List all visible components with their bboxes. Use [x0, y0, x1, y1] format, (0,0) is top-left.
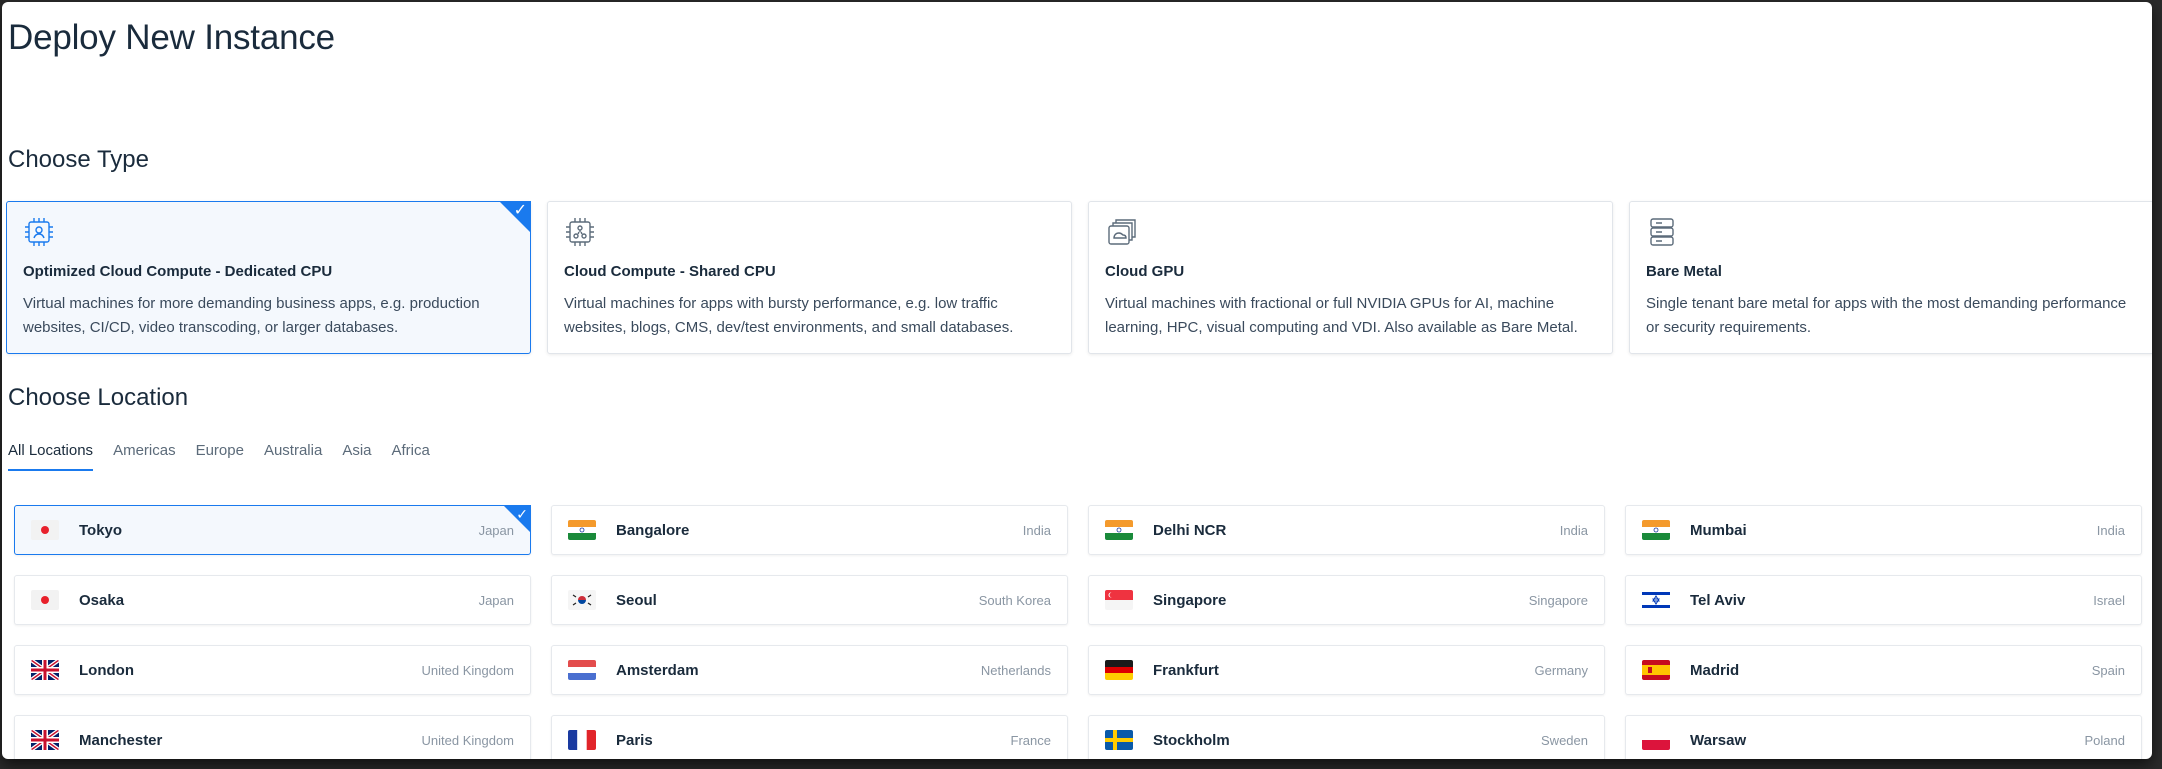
cpu-shared-icon [566, 218, 594, 246]
type-card-desc: Single tenant bare metal for apps with t… [1646, 295, 2127, 336]
location-country: United Kingdom [421, 732, 515, 748]
location-country: Japan [478, 592, 514, 608]
server-icon [1650, 218, 1674, 246]
location-country: Spain [2091, 662, 2125, 678]
type-card-row: ✓ Optimized Cloud Compute - Dedicated CP… [6, 201, 2152, 354]
location-card-delhi-ncr[interactable]: Delhi NCR India [1088, 505, 1605, 555]
location-card-frankfurt[interactable]: Frankfurt Germany [1088, 645, 1605, 695]
location-city: Frankfurt [1153, 661, 1219, 679]
tab-asia[interactable]: Asia [342, 442, 371, 471]
cpu-user-icon [25, 218, 53, 246]
location-country: Netherlands [980, 662, 1051, 678]
location-city: London [79, 661, 134, 679]
check-icon: ✓ [513, 202, 527, 219]
type-card-name: Cloud Compute - Shared CPU [564, 263, 776, 280]
location-city: Osaka [79, 591, 125, 609]
location-card-madrid[interactable]: Madrid Spain [1625, 645, 2142, 695]
location-card-amsterdam[interactable]: Amsterdam Netherlands [551, 645, 1068, 695]
gpu-icon [1108, 219, 1136, 245]
location-city: Tokyo [79, 521, 123, 539]
tab-all-locations[interactable]: All Locations [8, 442, 94, 471]
choose-type-title: Choose Type [8, 146, 149, 173]
tab-americas[interactable]: Americas [113, 442, 176, 471]
flag-kr-icon [568, 590, 596, 610]
type-card-desc: Virtual machines for more demanding busi… [23, 295, 480, 336]
location-city: Amsterdam [616, 661, 699, 679]
flag-in-icon [1105, 520, 1133, 540]
location-country: Sweden [1541, 732, 1588, 748]
location-country: Israel [2093, 592, 2125, 608]
location-grid: ✓ Tokyo Japan Bangalore India Delhi NCR India M… [14, 505, 2142, 759]
location-country: United Kingdom [421, 662, 515, 678]
flag-nl-icon [568, 660, 596, 680]
type-card-desc: Virtual machines for apps with bursty pe… [564, 295, 1014, 336]
type-card-desc: Virtual machines with fractional or full… [1105, 295, 1578, 336]
location-country: Singapore [1528, 592, 1588, 608]
location-card-singapore[interactable]: Singapore Singapore [1088, 575, 1605, 625]
flag-gb-icon [31, 660, 59, 680]
location-city: Warsaw [1690, 731, 1747, 749]
location-card-tel-aviv[interactable]: Tel Aviv Israel [1625, 575, 2142, 625]
location-card-warsaw[interactable]: Warsaw Poland [1625, 715, 2142, 759]
check-icon: ✓ [516, 506, 528, 522]
type-card-name: Optimized Cloud Compute - Dedicated CPU [23, 263, 333, 280]
location-city: Madrid [1690, 661, 1740, 679]
flag-gb-icon [31, 730, 59, 750]
type-card-cloud-compute[interactable]: Cloud Compute - Shared CPU Virtual machi… [547, 201, 1072, 354]
location-card-manchester[interactable]: Manchester United Kingdom [14, 715, 531, 759]
location-city: Tel Aviv [1690, 591, 1746, 609]
tab-africa[interactable]: Africa [392, 442, 430, 471]
main-content: Deploy New Instance Choose Type ✓ Optimi… [6, 2, 2152, 759]
location-country: India [1022, 522, 1051, 538]
location-card-paris[interactable]: Paris France [551, 715, 1068, 759]
type-card-cloud-gpu[interactable]: Cloud GPU Virtual machines with fraction… [1088, 201, 1613, 354]
flag-il-icon [1642, 590, 1670, 610]
location-country: India [1559, 522, 1588, 538]
location-country: Germany [1534, 662, 1588, 678]
location-city: Stockholm [1153, 731, 1230, 749]
choose-location-title: Choose Location [8, 384, 189, 411]
flag-es-icon [1642, 660, 1670, 680]
flag-fr-icon [568, 730, 596, 750]
location-city: Delhi NCR [1153, 521, 1227, 539]
flag-sg-icon [1105, 590, 1133, 610]
location-city: Manchester [79, 731, 163, 749]
location-city: Singapore [1153, 591, 1227, 609]
location-card-mumbai[interactable]: Mumbai India [1625, 505, 2142, 555]
location-card-seoul[interactable]: Seoul South Korea [551, 575, 1068, 625]
location-card-osaka[interactable]: Osaka Japan [14, 575, 531, 625]
app-window: Deploy New Instance Choose Type ✓ Optimi… [2, 2, 2152, 759]
flag-de-icon [1105, 660, 1133, 680]
tab-australia[interactable]: Australia [264, 442, 322, 471]
type-card-bare-metal[interactable]: Bare Metal Single tenant bare metal for … [1629, 201, 2152, 354]
flag-jp-icon [31, 520, 59, 540]
page-title: Deploy New Instance [8, 18, 335, 57]
location-country: Poland [2084, 732, 2125, 748]
location-card-bangalore[interactable]: Bangalore India [551, 505, 1068, 555]
location-tabs: All Locations Americas Europe Australia … [8, 442, 430, 471]
location-country: South Korea [978, 592, 1051, 608]
location-card-tokyo[interactable]: ✓ Tokyo Japan [14, 505, 531, 555]
location-country: India [2096, 522, 2125, 538]
flag-jp-icon [31, 590, 59, 610]
location-city: Seoul [616, 591, 657, 609]
tab-europe[interactable]: Europe [196, 442, 244, 471]
location-card-stockholm[interactable]: Stockholm Sweden [1088, 715, 1605, 759]
location-country: France [1010, 732, 1051, 748]
flag-in-icon [1642, 520, 1670, 540]
flag-pl-icon [1642, 730, 1670, 750]
flag-se-icon [1105, 730, 1133, 750]
location-city: Paris [616, 731, 653, 749]
location-card-london[interactable]: London United Kingdom [14, 645, 531, 695]
flag-in-icon [568, 520, 596, 540]
type-card-name: Bare Metal [1646, 263, 1722, 280]
location-city: Mumbai [1690, 521, 1747, 539]
type-card-name: Cloud GPU [1105, 263, 1185, 280]
location-city: Bangalore [616, 521, 690, 539]
type-card-optimized-cloud-compute[interactable]: ✓ Optimized Cloud Compute - Dedicated CP… [6, 201, 531, 354]
